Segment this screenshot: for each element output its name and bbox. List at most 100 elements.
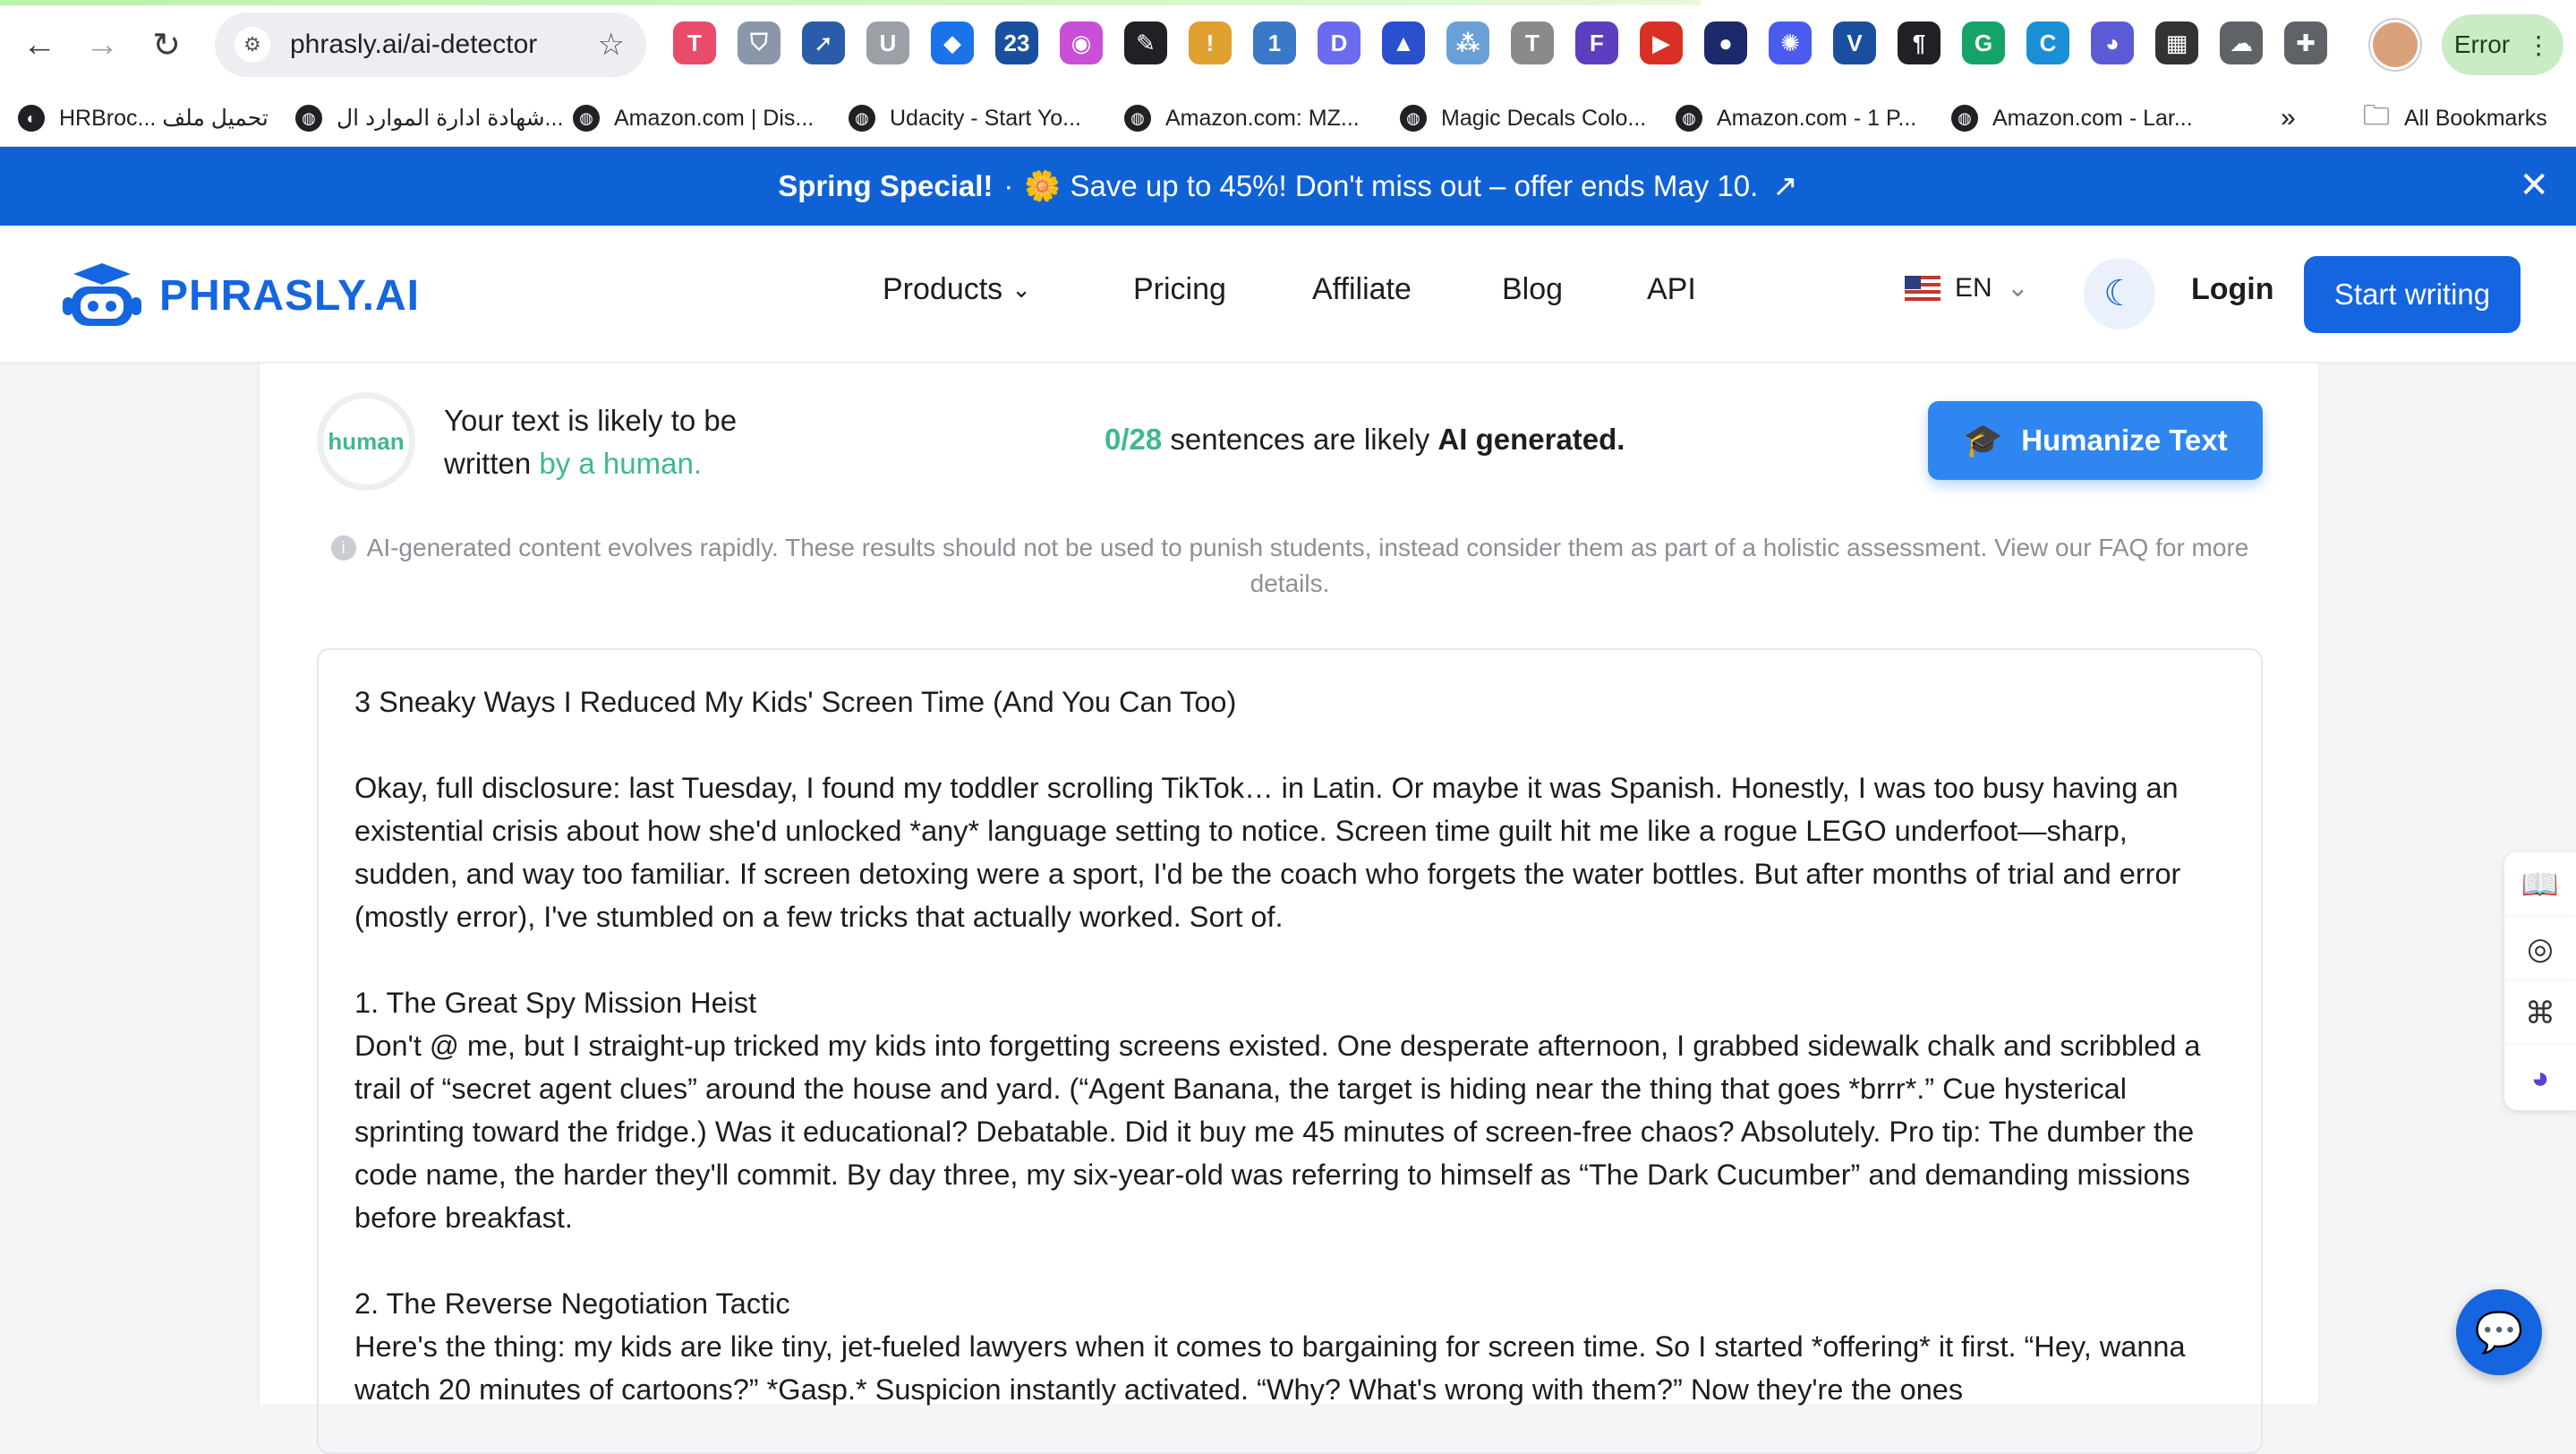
text-paragraph: 2. The Reverse Negotiation Tactic Here's…: [354, 1287, 2186, 1406]
promo-banner[interactable]: Spring Special! · 🌼 Save up to 45%! Don'…: [0, 147, 2576, 226]
dark-mode-toggle-icon[interactable]: ☾: [2084, 258, 2155, 329]
extension-eyedropper-icon[interactable]: ✎: [1124, 21, 1167, 64]
language-selector[interactable]: EN ⌄: [1905, 272, 2029, 304]
chat-widget-icon[interactable]: 💬: [2456, 1289, 2542, 1375]
extension-tag-icon[interactable]: ◆: [931, 21, 974, 64]
error-label: Error: [2453, 30, 2511, 58]
extension-pilcrow-icon[interactable]: ¶: [1898, 21, 1941, 64]
bookmark-item[interactable]: ◍ Amazon.com - 1 P...: [1676, 100, 1916, 136]
extension-cloud-icon[interactable]: ☁: [2220, 21, 2263, 64]
verdict-highlight: by a human.: [539, 447, 702, 480]
extension-d-icon[interactable]: D: [1318, 21, 1361, 64]
extension-t-icon[interactable]: T: [673, 21, 716, 64]
bookmark-item[interactable]: ◍ Amazon.com: MZ...: [1124, 100, 1360, 136]
flower-icon: 🌼: [1024, 168, 1062, 202]
start-writing-button[interactable]: Start writing: [2304, 256, 2521, 333]
podcast-icon[interactable]: ◎: [2504, 917, 2576, 981]
chevron-down-icon: ⌄: [1011, 276, 1031, 303]
bookmark-item[interactable]: ◍ Amazon.com - Lar...: [1951, 100, 2193, 136]
menu-kebab-icon: ⋮: [2526, 30, 2552, 59]
extension-calendar-icon[interactable]: 23: [995, 21, 1038, 64]
globe-icon: ◍: [1400, 105, 1427, 132]
apps-grid-icon[interactable]: ⌘: [2504, 981, 2576, 1046]
globe-icon: ◍: [573, 105, 600, 132]
text-paragraph: 1. The Great Spy Mission Heist Don't @ m…: [354, 987, 2201, 1234]
chevron-down-icon: ⌄: [2006, 273, 2029, 303]
book-icon[interactable]: 📖: [2504, 852, 2576, 917]
forward-button[interactable]: →: [75, 18, 129, 72]
extension-sparkle-icon[interactable]: ✺: [1769, 21, 1812, 64]
address-bar[interactable]: ⚙ phrasly.ai/ai-detector ☆: [215, 13, 646, 77]
all-bookmarks-button[interactable]: 🗀 All Bookmarks: [2363, 100, 2547, 136]
promo-message: Save up to 45%! Don't miss out – offer e…: [1070, 169, 1759, 202]
robot-logo-icon: [63, 263, 141, 326]
nav-api[interactable]: API: [1647, 272, 1696, 307]
extensions-puzzle-icon[interactable]: ✚: [2284, 21, 2327, 64]
globe-icon: ◍: [1676, 105, 1702, 132]
nav-pricing[interactable]: Pricing: [1133, 272, 1226, 307]
profile-avatar[interactable]: [2370, 20, 2420, 70]
back-button[interactable]: ←: [13, 18, 66, 72]
language-label: EN: [1955, 272, 1992, 303]
extension-form-icon[interactable]: F: [1575, 21, 1618, 64]
bookmark-item[interactable]: ◐ HRBroc... تحميل ملف: [18, 100, 269, 136]
humanize-text-button[interactable]: 🎓 Humanize Text: [1928, 401, 2263, 480]
promo-title: Spring Special!: [778, 169, 994, 202]
site-settings-icon[interactable]: ⚙: [235, 27, 270, 63]
summary-ai-generated: AI generated.: [1437, 423, 1625, 456]
bookmarks-bar: ◐ HRBroc... تحميل ملف ◍ شهادة ادارة الموار…: [0, 90, 2576, 147]
extension-typewriter-icon[interactable]: T: [1511, 21, 1554, 64]
globe-icon: ◍: [1951, 105, 1978, 132]
login-link[interactable]: Login: [2191, 272, 2274, 307]
extension-dots-icon[interactable]: ⁂: [1446, 21, 1489, 64]
gauge-label: human: [328, 427, 405, 455]
humanize-label: Humanize Text: [2021, 423, 2228, 457]
extension-u-icon[interactable]: U: [866, 21, 909, 64]
bookmark-label: شهادة ادارة الموارد ال...: [337, 106, 564, 131]
text-title: 3 Sneaky Ways I Reduced My Kids' Screen …: [354, 686, 1237, 718]
close-icon[interactable]: ✕: [2519, 165, 2549, 206]
nav-blog[interactable]: Blog: [1502, 272, 1563, 307]
site-header: PHRASLY.AI Products ⌄ Pricing Affiliate …: [0, 226, 2576, 364]
extension-code-icon[interactable]: 1: [1253, 21, 1296, 64]
extension-grammarly-icon[interactable]: G: [1962, 21, 2005, 64]
sentence-summary: 0/28 sentences are likely AI generated.: [1105, 423, 1625, 457]
extension-play-icon[interactable]: ▶: [1640, 21, 1683, 64]
extension-c-icon[interactable]: C: [2026, 21, 2069, 64]
extension-alien-icon[interactable]: ●: [1704, 21, 1747, 64]
bookmark-label: Udacity - Start Yo...: [890, 105, 1081, 131]
analyzed-text-box[interactable]: 3 Sneaky Ways I Reduced My Kids' Screen …: [317, 648, 2263, 1454]
all-bookmarks-label: All Bookmarks: [2404, 105, 2547, 131]
nav-affiliate[interactable]: Affiliate: [1312, 272, 1412, 307]
extension-grid-icon[interactable]: ▦: [2155, 21, 2198, 64]
phrasly-logo[interactable]: PHRASLY.AI: [57, 260, 420, 331]
robot-assistant-icon[interactable]: ◕: [2504, 1046, 2576, 1110]
extension-shield-icon[interactable]: ⛉: [738, 21, 780, 64]
extension-chrome-badge-icon[interactable]: !: [1189, 21, 1232, 64]
logo-text: PHRASLY.AI: [159, 271, 420, 320]
globe-icon: ◍: [849, 105, 875, 132]
extension-v-icon[interactable]: V: [1833, 21, 1876, 64]
extension-plane-icon[interactable]: ➚: [802, 21, 845, 64]
globe-icon: ◍: [295, 105, 322, 132]
extension-puzzle-color-icon[interactable]: ◉: [1060, 21, 1103, 64]
bookmark-star-icon[interactable]: ☆: [598, 27, 625, 63]
extension-robot-icon[interactable]: ◕: [2091, 21, 2134, 64]
bookmark-item[interactable]: ◍ شهادة ادارة الموارد ال...: [295, 100, 563, 136]
extension-triangle-icon[interactable]: ▲: [1382, 21, 1425, 64]
nav-products[interactable]: Products ⌄: [883, 272, 1031, 307]
promo-separator: ·: [1003, 169, 1014, 202]
bookmark-item[interactable]: ◍ Magic Decals Colo...: [1400, 100, 1646, 136]
bookmark-item[interactable]: ◍ Amazon.com | Dis...: [573, 100, 814, 136]
active-tab-strip: [0, 0, 1701, 5]
info-icon: i: [330, 535, 356, 560]
bookmark-label: HRBroc... تحميل ملف: [59, 106, 269, 131]
verdict-line1: Your text is likely to be: [444, 404, 738, 437]
verdict-text: Your text is likely to be written by a h…: [444, 399, 737, 485]
bookmarks-overflow-button[interactable]: »: [2281, 100, 2296, 136]
bookmark-label: Magic Decals Colo...: [1441, 105, 1647, 131]
bookmark-label: Amazon.com: MZ...: [1165, 105, 1360, 131]
reload-button[interactable]: ↻: [140, 18, 193, 72]
profile-error-chip[interactable]: Error ⋮: [2442, 14, 2563, 75]
bookmark-item[interactable]: ◍ Udacity - Start Yo...: [849, 100, 1081, 136]
